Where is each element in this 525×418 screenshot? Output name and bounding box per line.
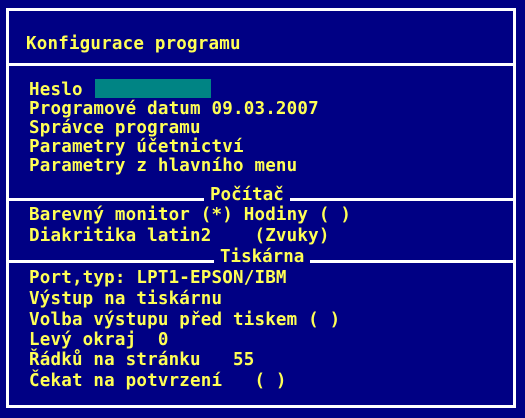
option-color-monitor-clock[interactable]: Barevný monitor (*) Hodiny ( ) [29, 205, 351, 225]
menu-item-lines-per-page[interactable]: Řádků na stránku 55 [29, 350, 254, 370]
title-divider [9, 63, 513, 66]
menu-item-program-date[interactable]: Programové datum 09.03.2007 [29, 99, 319, 119]
option-diacritics-sounds[interactable]: Diakritika latin2 (Zvuky) [29, 226, 330, 246]
option-wait-confirm[interactable]: Čekat na potvrzení ( ) [29, 371, 287, 391]
menu-item-output-to-printer[interactable]: Výstup na tiskárnu [29, 289, 222, 309]
computer-section-title: Počítač [204, 185, 290, 205]
option-output-choice[interactable]: Volba výstupu před tiskem ( ) [29, 310, 340, 330]
password-input[interactable] [94, 78, 211, 98]
printer-section-title: Tiskárna [214, 247, 311, 267]
menu-item-port-type[interactable]: Port,typ: LPT1-EPSON/IBM [29, 268, 287, 288]
password-label: Heslo [29, 80, 83, 100]
dialog-title: Konfigurace programu [26, 34, 241, 54]
menu-item-main-menu-params[interactable]: Parametry z hlavního menu [29, 156, 297, 176]
menu-item-left-margin[interactable]: Levý okraj 0 [29, 330, 169, 350]
password-row[interactable]: Heslo [29, 78, 211, 100]
menu-item-program-admin[interactable]: Správce programu [29, 118, 201, 138]
menu-item-accounting-params[interactable]: Parametry účetnictví [29, 137, 244, 157]
